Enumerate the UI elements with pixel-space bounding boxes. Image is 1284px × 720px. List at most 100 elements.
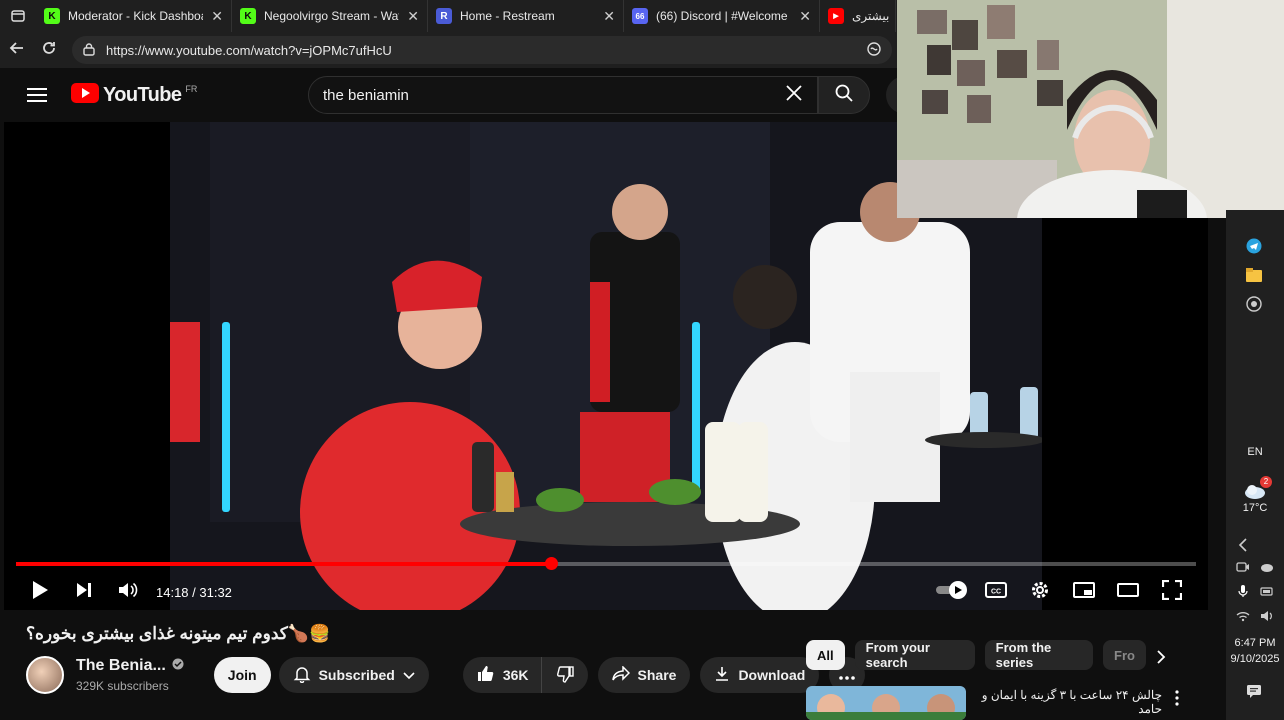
autoplay-icon: [934, 580, 970, 605]
join-label: Join: [227, 667, 257, 683]
kick-favicon-icon: K: [240, 8, 256, 24]
address-field[interactable]: https://www.youtube.com/watch?v=jOPMc7uf…: [72, 36, 892, 64]
scrubber-handle[interactable]: [545, 557, 558, 570]
app-icon[interactable]: [1246, 296, 1262, 317]
subscribed-button[interactable]: Subscribed: [278, 657, 429, 693]
subscribed-label: Subscribed: [318, 667, 395, 683]
thumbs-up-icon: [477, 665, 495, 686]
tab-title: بیشتری: [852, 9, 890, 23]
weather-temperature: 17°C: [1242, 502, 1268, 514]
verified-icon: [172, 657, 184, 675]
channel-name[interactable]: The Benia...: [76, 657, 166, 675]
youtube-favicon-icon: ▶: [828, 8, 844, 24]
close-icon[interactable]: ✕: [603, 8, 615, 25]
dislike-button[interactable]: [541, 657, 588, 693]
close-icon[interactable]: ✕: [211, 8, 223, 25]
notifications-icon[interactable]: [1246, 684, 1262, 703]
like-dislike-group: 36K: [462, 657, 588, 693]
chip-from-the-series[interactable]: From the series: [984, 640, 1094, 670]
hamburger-menu-icon[interactable]: [27, 86, 47, 109]
chip-from[interactable]: Fro: [1103, 640, 1146, 670]
region-code: FR: [185, 83, 198, 94]
search-query: the beniamin: [323, 86, 409, 104]
camera-icon[interactable]: [1236, 560, 1254, 578]
search-button[interactable]: [818, 76, 870, 114]
theater-icon: [1117, 582, 1139, 602]
channel-avatar[interactable]: [26, 656, 64, 694]
chevron-left-icon[interactable]: [1238, 538, 1248, 557]
chip-all[interactable]: All: [806, 640, 845, 670]
browser-tab[interactable]: K Negoolvirgo Stream - Watch ✕: [232, 0, 428, 32]
fullscreen-button[interactable]: [1150, 574, 1194, 610]
volume-icon: [118, 581, 138, 604]
chevron-right-icon[interactable]: [1156, 650, 1166, 669]
webcam-overlay: [897, 0, 1284, 218]
skip-next-icon: [75, 581, 93, 604]
microphone-icon[interactable]: [1236, 584, 1254, 603]
chip-from-your-search[interactable]: From your search: [854, 640, 975, 670]
thumbs-down-icon: [556, 665, 574, 686]
recommendation-thumbnail[interactable]: [806, 686, 966, 720]
weather-badge: 2: [1260, 476, 1272, 488]
chevron-down-icon: [403, 667, 415, 683]
miniplayer-button[interactable]: [1062, 574, 1106, 610]
browser-tab[interactable]: 66 (66) Discord | #Welcome ✕: [624, 0, 820, 32]
reload-icon[interactable]: [40, 39, 58, 62]
tab-title: (66) Discord | #Welcome: [656, 9, 788, 23]
back-icon[interactable]: [8, 39, 26, 62]
browser-tab-active[interactable]: ▶ بیشتری: [820, 0, 896, 32]
site-info-icon[interactable]: [82, 42, 96, 59]
svg-text:CC: CC: [991, 588, 1001, 595]
kick-favicon-icon: K: [44, 8, 60, 24]
subtitles-button[interactable]: CC: [974, 574, 1018, 610]
youtube-logo-text: YouTube: [103, 84, 182, 106]
channel-row: The Benia... 329K subscribers Join Subsc…: [26, 656, 866, 694]
extension-icon[interactable]: [866, 41, 882, 60]
player-controls: 14:18 / 31:32 CC: [4, 574, 1208, 610]
download-button[interactable]: Download: [700, 657, 820, 693]
clear-search-icon[interactable]: [785, 84, 803, 106]
file-explorer-icon[interactable]: [1246, 268, 1262, 287]
progress-bar[interactable]: [16, 557, 1196, 570]
settings-button[interactable]: [1018, 574, 1062, 610]
browser-tab[interactable]: R Home - Restream ✕: [428, 0, 624, 32]
wifi-icon[interactable]: [1236, 609, 1254, 627]
cloud-icon[interactable]: [1260, 560, 1278, 578]
subscriber-count: 329K subscribers: [76, 679, 169, 693]
search-input[interactable]: the beniamin: [308, 76, 818, 114]
tab-actions-icon[interactable]: [0, 0, 36, 32]
recommendation-chips: All From your search From the series Fro: [806, 640, 1146, 670]
autoplay-toggle[interactable]: [930, 574, 974, 610]
miniplayer-icon: [1073, 581, 1095, 603]
discord-favicon-icon: 66: [632, 8, 648, 24]
battery-icon[interactable]: [1260, 584, 1278, 603]
language-indicator[interactable]: EN: [1226, 446, 1284, 458]
close-icon[interactable]: ✕: [407, 8, 419, 25]
like-count: 36K: [502, 667, 529, 683]
speaker-icon[interactable]: [1260, 609, 1278, 627]
like-button[interactable]: 36K: [462, 657, 542, 693]
theater-mode-button[interactable]: [1106, 574, 1150, 610]
close-icon[interactable]: ✕: [799, 8, 811, 25]
gear-icon: [1030, 580, 1050, 605]
recommendation-title[interactable]: چالش ۲۴ ساعت با ۳ گزینه با ایمان و حامد: [972, 688, 1162, 716]
volume-button[interactable]: [106, 574, 150, 610]
telegram-icon[interactable]: [1246, 238, 1262, 259]
next-button[interactable]: [62, 574, 106, 610]
join-button[interactable]: Join: [213, 657, 271, 693]
progress-played: [16, 562, 551, 566]
cc-icon: CC: [985, 581, 1007, 603]
share-button[interactable]: Share: [597, 657, 691, 693]
address-toolbar: https://www.youtube.com/watch?v=jOPMc7uf…: [0, 32, 900, 68]
restream-favicon-icon: R: [436, 8, 452, 24]
clock-time[interactable]: 6:47 PM: [1226, 637, 1284, 649]
youtube-logo[interactable]: YouTube FR: [71, 83, 197, 108]
youtube-header: YouTube FR the beniamin: [0, 68, 924, 122]
more-vertical-icon[interactable]: [1175, 690, 1179, 711]
clock-date[interactable]: 9/10/2025: [1226, 653, 1284, 665]
browser-tab[interactable]: K Moderator - Kick Dashboard ✕: [36, 0, 232, 32]
share-icon: [611, 664, 630, 685]
tab-title: Negoolvirgo Stream - Watch: [264, 9, 400, 23]
tab-title: Home - Restream: [460, 9, 555, 23]
play-button[interactable]: [18, 574, 62, 610]
